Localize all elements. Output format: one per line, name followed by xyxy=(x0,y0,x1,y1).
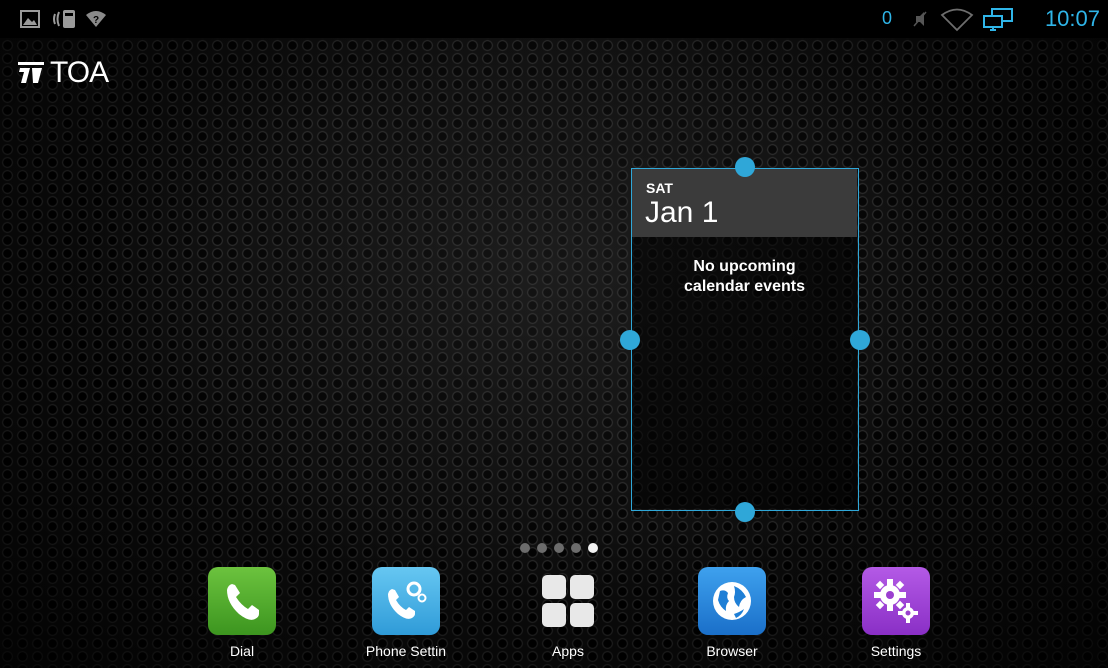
dock-label-apps: Apps xyxy=(552,643,584,659)
page-dot[interactable] xyxy=(554,543,564,553)
calendar-empty-line2: calendar events xyxy=(684,278,805,295)
dock-app-settings[interactable]: Settings xyxy=(836,567,956,659)
page-dot[interactable] xyxy=(520,543,530,553)
status-clock: 10:07 xyxy=(1044,6,1100,31)
svg-text:?: ? xyxy=(93,15,99,26)
resize-handle-left[interactable] xyxy=(620,330,640,350)
page-dot-active[interactable] xyxy=(588,543,598,553)
resize-handle-bottom[interactable] xyxy=(735,502,755,522)
calendar-widget[interactable]: SAT Jan 1 No upcoming calendar events xyxy=(631,168,859,511)
calendar-day: SAT xyxy=(646,180,673,196)
dock-label-dial: Dial xyxy=(229,643,255,659)
network-monitor-icon xyxy=(982,8,1018,31)
dock-app-browser[interactable]: Browser xyxy=(672,567,792,659)
calendar-date: Jan 1 xyxy=(645,196,719,229)
logo-text: TOA xyxy=(50,56,109,89)
calendar-widget-body[interactable]: No upcoming calendar events xyxy=(632,237,857,509)
wifi-question-icon: ? xyxy=(84,8,108,30)
calendar-widget-header[interactable]: SAT Jan 1 xyxy=(632,169,857,237)
toa-logo-mark-icon xyxy=(18,62,44,83)
usb-debug-icon xyxy=(52,8,80,30)
toa-logo: TOA xyxy=(18,56,109,90)
dock-app-dial[interactable]: Dial xyxy=(182,567,302,659)
dock-app-apps[interactable]: Apps xyxy=(508,567,628,659)
apps-grid-icon[interactable] xyxy=(534,567,602,635)
calendar-empty-message: No upcoming calendar events xyxy=(632,257,857,297)
phone-icon[interactable] xyxy=(208,567,276,635)
resize-handle-right[interactable] xyxy=(850,330,870,350)
page-dot[interactable] xyxy=(571,543,581,553)
status-bar: ? 0 10:07 xyxy=(0,0,1108,38)
dock-label-phone-settings: Phone Settin xyxy=(365,643,447,659)
notification-badge: 0 xyxy=(882,8,893,28)
gear-icon[interactable] xyxy=(862,567,930,635)
page-dot[interactable] xyxy=(537,543,547,553)
wifi-icon xyxy=(940,8,974,32)
dock-label-settings: Settings xyxy=(870,643,922,659)
resize-handle-top[interactable] xyxy=(735,157,755,177)
calendar-empty-line1: No upcoming xyxy=(693,258,796,275)
gallery-icon xyxy=(20,8,40,30)
page-indicator xyxy=(520,543,598,553)
globe-icon[interactable] xyxy=(698,567,766,635)
dock-label-browser: Browser xyxy=(706,643,758,659)
phone-settings-icon[interactable] xyxy=(372,567,440,635)
mute-icon xyxy=(912,8,928,30)
dock-app-phone-settings[interactable]: Phone Settin xyxy=(346,567,466,659)
